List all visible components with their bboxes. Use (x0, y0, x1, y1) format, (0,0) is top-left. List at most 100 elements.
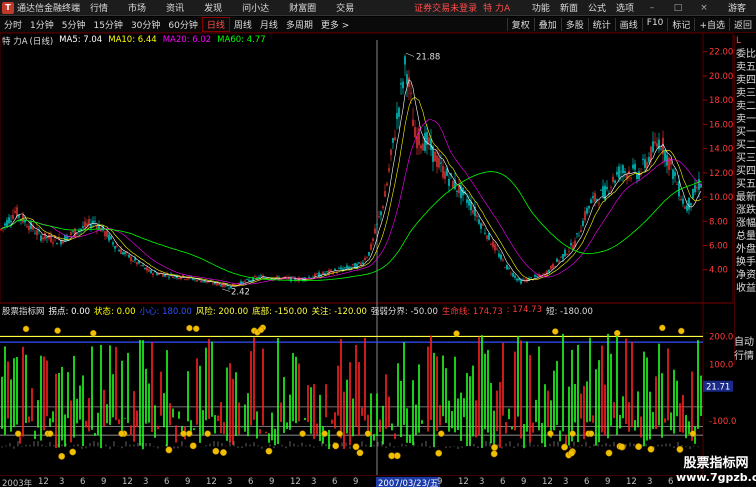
indicator-name[interactable]: 股票指标网 (2, 305, 45, 317)
indicator-current-label: 21.71 (706, 383, 730, 393)
side-item[interactable]: 净资 (735, 269, 756, 282)
candle-body (240, 281, 242, 284)
candle-body (28, 226, 30, 231)
period-monthly[interactable]: 月线 (256, 18, 282, 31)
period-daily[interactable]: 日线 (201, 17, 230, 32)
candle-body (542, 273, 544, 275)
candle-body (410, 93, 412, 95)
side-item[interactable]: 最新 (735, 191, 756, 204)
tool-multi-stock[interactable]: 多股 (560, 18, 588, 31)
candle-body (504, 267, 506, 269)
auto-label[interactable]: 自动 (734, 336, 756, 350)
side-item[interactable]: 卖五 (735, 61, 756, 74)
candle-body (582, 220, 584, 226)
guest-label[interactable]: 游客 (728, 1, 746, 14)
menu-options[interactable]: 选项 (616, 1, 634, 14)
candle-body (84, 221, 86, 228)
period-weekly[interactable]: 周线 (230, 18, 256, 31)
period-60min[interactable]: 60分钟 (164, 18, 201, 31)
candle-body (570, 243, 572, 246)
quote-label[interactable]: 行情 (734, 350, 756, 364)
candle-body (112, 242, 114, 245)
menu-item-markets[interactable]: 市场 (128, 1, 146, 14)
period-more[interactable]: 更多 > (317, 18, 353, 31)
period-intraday[interactable]: 分时 (0, 18, 26, 31)
watch-coin-icon (204, 430, 211, 437)
period-5min[interactable]: 5分钟 (58, 18, 90, 31)
side-item[interactable]: 买五 (735, 178, 756, 191)
side-item[interactable]: 卖四 (735, 74, 756, 87)
candle-body (228, 287, 230, 289)
top-coin-icon (186, 324, 193, 332)
candle-body (398, 107, 400, 117)
tool-back[interactable]: 返回 (728, 18, 756, 31)
top-coin-icon (54, 327, 61, 334)
date-tick-label: 9 (269, 477, 275, 487)
side-item[interactable]: 涨跌 (735, 204, 756, 217)
side-item[interactable]: 卖一 (735, 113, 756, 126)
tool-mark[interactable]: 标记 (667, 18, 694, 31)
bottom-coin-icon (58, 452, 66, 460)
side-item[interactable]: 买二 (735, 139, 756, 152)
side-item[interactable]: 卖三 (735, 87, 756, 100)
close-icon[interactable]: × (696, 3, 712, 13)
side-item[interactable]: 涨幅 (735, 217, 756, 230)
watch-coin-icon (321, 430, 328, 437)
side-item[interactable]: 收益 (735, 282, 756, 295)
menu-item-ask[interactable]: 问小达 (242, 1, 269, 14)
maximize-icon[interactable]: □ (670, 3, 686, 13)
tool-add-watchlist[interactable]: +自选 (694, 18, 729, 31)
menu-item-trade[interactable]: 交易 (336, 1, 354, 14)
candle-body (444, 171, 446, 179)
tool-draw[interactable]: 画线 (614, 18, 642, 31)
candle-body (494, 244, 496, 251)
candle-body (440, 162, 442, 164)
menu-item-news[interactable]: 资讯 (166, 1, 184, 14)
ind-item2: 状态: 0.00 (94, 307, 136, 317)
menu-function[interactable]: 功能 (532, 1, 550, 14)
tool-overlay[interactable]: 叠加 (533, 18, 561, 31)
side-item[interactable]: 买三 (735, 152, 756, 165)
watermark: 股票指标网 www.7gpzb.com (676, 452, 756, 487)
tool-adjust[interactable]: 复权 (506, 18, 534, 31)
side-item[interactable]: 卖二 (735, 100, 756, 113)
menu-item-market[interactable]: 行情 (90, 1, 108, 14)
candle-body (660, 148, 662, 150)
ind-item1: 拐点: 0.00 (48, 307, 91, 317)
side-item[interactable]: 外盘 (735, 243, 756, 256)
menu-item-discover[interactable]: 发现 (204, 1, 222, 14)
menu-new-face[interactable]: 新面 (560, 1, 578, 14)
candle-body (114, 246, 116, 249)
menu-item-wealth[interactable]: 财富圈 (289, 1, 316, 14)
candle-body (590, 199, 592, 204)
side-item[interactable]: 买一 (735, 126, 756, 139)
period-30min[interactable]: 30分钟 (127, 18, 164, 31)
candle-body (52, 242, 54, 244)
watermark-title: 股票指标网 (683, 456, 749, 471)
candle-body (388, 168, 390, 172)
period-1min[interactable]: 1分钟 (26, 18, 58, 31)
chart-canvas[interactable]: 22.00 20.00 18.00 16.00 14.00 12.00 10.00 8.00 6… (0, 0, 756, 487)
period-15min[interactable]: 15分钟 (89, 18, 126, 31)
side-item[interactable]: 委比 (735, 48, 756, 61)
ind-item9: : 174.73 (506, 305, 542, 315)
side-item[interactable]: 换手 (735, 256, 756, 269)
minimize-icon[interactable]: – (644, 3, 660, 13)
candle-body (630, 177, 632, 179)
login-status[interactable]: 证券交易未登录 (414, 1, 477, 14)
candle-body (594, 192, 596, 202)
tool-f10[interactable]: F10 (641, 18, 668, 31)
candle-body (442, 166, 444, 178)
candle-body (386, 183, 388, 186)
tool-stats[interactable]: 统计 (587, 18, 615, 31)
candle-body (70, 232, 72, 236)
side-item[interactable]: 买四 (735, 165, 756, 178)
watch-coin-icon (299, 430, 306, 437)
candle-body (350, 267, 352, 268)
menu-bar: T 通达信金融终端 行情 市场 资讯 发现 问小达 财富圈 交易 证券交易未登录… (0, 0, 756, 16)
candle-body (448, 179, 450, 186)
side-item[interactable]: 总量 (735, 230, 756, 243)
date-tick-label: 6 (584, 477, 590, 487)
menu-formula[interactable]: 公式 (588, 1, 606, 14)
period-multi[interactable]: 多周期 (282, 18, 317, 31)
